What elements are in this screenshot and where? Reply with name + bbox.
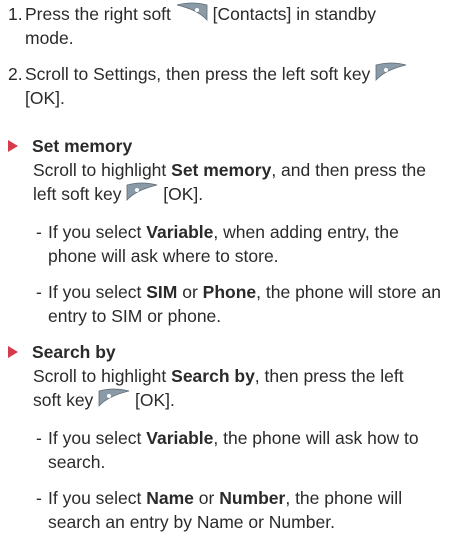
step-text: [OK]. xyxy=(25,88,65,109)
list-item: - If you select Variable, when adding en… xyxy=(36,222,399,266)
list-item: - If you select Variable, the phone will… xyxy=(36,428,419,472)
section-heading-set-memory: Set memory xyxy=(8,134,444,158)
right-soft-key-icon xyxy=(176,2,208,24)
section-body-set-memory: Scroll to highlight Set memory, and then… xyxy=(33,160,427,204)
left-soft-key-icon xyxy=(98,388,130,410)
step-2: 2. Scroll to Settings, then press the le… xyxy=(8,62,444,110)
step-text: [Contacts] in standby xyxy=(207,4,377,24)
step-number: 1. xyxy=(8,4,23,24)
left-soft-key-icon xyxy=(375,62,407,84)
triangle-bullet-icon xyxy=(8,346,18,359)
step-1: 1. Press the right soft [Contacts] in st… xyxy=(8,2,444,50)
left-soft-key-icon xyxy=(126,182,158,204)
step-text: Press the right soft xyxy=(25,4,176,24)
section-heading-search-by: Search by xyxy=(8,340,444,364)
step-text: Scroll to Settings, then press the left … xyxy=(25,64,376,84)
list-item: - If you select SIM or Phone, the phone … xyxy=(36,282,441,326)
triangle-bullet-icon xyxy=(8,140,18,153)
section-body-search-by: Scroll to highlight Search by, then pres… xyxy=(33,366,404,410)
step-text: mode. xyxy=(25,28,74,49)
step-number: 2. xyxy=(8,64,23,84)
list-item: - If you select Name or Number, the phon… xyxy=(36,488,403,532)
